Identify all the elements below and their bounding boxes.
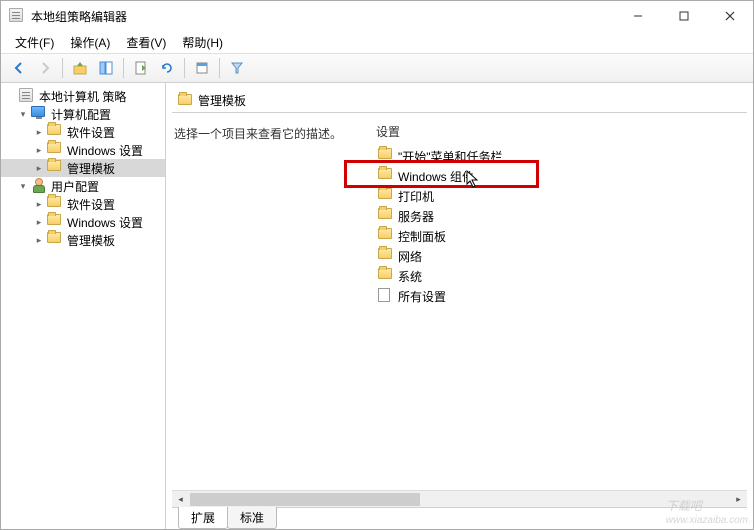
column-header-setting[interactable]: 设置 [372, 121, 747, 146]
filter-button[interactable] [225, 56, 249, 80]
folder-icon [47, 196, 63, 212]
settings-list[interactable]: 设置 "开始"菜单和任务栏 Windows 组件打印机服务器控制面板网络系统所有设… [372, 121, 747, 486]
titlebar: 本地组策略编辑器 [1, 1, 753, 31]
description-text: 选择一个项目来查看它的描述。 [174, 125, 364, 142]
tree-item-user-windows[interactable]: ▸ Windows 设置 [1, 213, 165, 231]
show-hide-tree-button[interactable] [94, 56, 118, 80]
tree-item-software-settings[interactable]: ▸ 软件设置 [1, 123, 165, 141]
tree-label: Windows 设置 [67, 142, 143, 159]
folder-icon [378, 228, 394, 244]
tree-label: 管理模板 [67, 232, 115, 249]
tree-label: Windows 设置 [67, 214, 143, 231]
tree-item-admin-templates[interactable]: ▸ 管理模板 [1, 159, 165, 177]
watermark-sub: www.xiazaiba.com [666, 515, 748, 526]
list-item-label: 系统 [398, 268, 422, 285]
close-button[interactable] [707, 1, 753, 31]
view-tabs: 扩展 标准 [172, 507, 747, 529]
list-item[interactable]: 网络 [372, 246, 747, 266]
chevron-down-icon[interactable]: ▾ [17, 180, 29, 192]
menu-file[interactable]: 文件(F) [7, 32, 62, 53]
tree-item-user-admin[interactable]: ▸ 管理模板 [1, 231, 165, 249]
chevron-right-icon[interactable]: ▸ [33, 216, 45, 228]
horizontal-scrollbar[interactable]: ◂ ▸ [172, 490, 747, 507]
list-item[interactable]: "开始"菜单和任务栏 [372, 146, 747, 166]
properties-button[interactable] [190, 56, 214, 80]
folder-icon [47, 142, 63, 158]
path-label: 管理模板 [198, 92, 246, 109]
list-item-label: 所有设置 [398, 288, 446, 305]
chevron-right-icon[interactable]: ▸ [33, 234, 45, 246]
folder-icon [178, 94, 192, 108]
path-header: 管理模板 [172, 89, 747, 113]
folder-icon [378, 188, 394, 204]
list-item[interactable]: Windows 组件 [372, 166, 747, 186]
list-item[interactable]: 所有设置 [372, 286, 747, 306]
tree-root[interactable]: 本地计算机 策略 [1, 87, 165, 105]
scroll-left-button[interactable]: ◂ [172, 491, 189, 508]
tree-item-user-software[interactable]: ▸ 软件设置 [1, 195, 165, 213]
policy-icon [19, 88, 35, 104]
menu-view[interactable]: 查看(V) [118, 32, 174, 53]
settings-icon [378, 288, 394, 304]
tree-label: 计算机配置 [51, 106, 111, 123]
list-item-label: "开始"菜单和任务栏 [398, 148, 503, 165]
forward-button[interactable] [33, 56, 57, 80]
list-item[interactable]: 服务器 [372, 206, 747, 226]
tree-user-config[interactable]: ▾ 用户配置 [1, 177, 165, 195]
folder-icon [378, 268, 394, 284]
tree-label: 软件设置 [67, 124, 115, 141]
tree-label: 本地计算机 策略 [39, 88, 126, 105]
watermark: 下载吧 www.xiazaiba.com [666, 494, 748, 526]
refresh-button[interactable] [155, 56, 179, 80]
window-title: 本地组策略编辑器 [31, 8, 615, 25]
minimize-button[interactable] [615, 1, 661, 31]
list-item-label: 打印机 [398, 188, 434, 205]
tree-item-windows-settings[interactable]: ▸ Windows 设置 [1, 141, 165, 159]
tab-extended[interactable]: 扩展 [178, 507, 228, 529]
description-pane: 选择一个项目来查看它的描述。 [172, 121, 372, 486]
tree-label: 软件设置 [67, 196, 115, 213]
list-item-label: 网络 [398, 248, 422, 265]
menu-action[interactable]: 操作(A) [62, 32, 118, 53]
scroll-thumb[interactable] [190, 493, 420, 506]
export-button[interactable] [129, 56, 153, 80]
maximize-button[interactable] [661, 1, 707, 31]
folder-icon [47, 124, 63, 140]
list-item-label: 控制面板 [398, 228, 446, 245]
list-item-label: Windows 组件 [398, 168, 474, 185]
list-item[interactable]: 控制面板 [372, 226, 747, 246]
computer-icon [31, 106, 47, 122]
tree-computer-config[interactable]: ▾ 计算机配置 [1, 105, 165, 123]
navigation-tree[interactable]: 本地计算机 策略 ▾ 计算机配置 ▸ 软件设置 ▸ Windows 设置 ▸ 管… [1, 83, 166, 529]
list-item[interactable]: 打印机 [372, 186, 747, 206]
list-item[interactable]: 系统 [372, 266, 747, 286]
chevron-right-icon[interactable]: ▸ [33, 144, 45, 156]
folder-icon [378, 168, 394, 184]
folder-icon [47, 214, 63, 230]
folder-icon [378, 148, 394, 164]
user-icon [31, 178, 47, 194]
chevron-right-icon[interactable]: ▸ [33, 198, 45, 210]
chevron-down-icon[interactable] [5, 90, 17, 102]
menu-help[interactable]: 帮助(H) [174, 32, 231, 53]
tree-label: 管理模板 [67, 160, 115, 177]
folder-icon [378, 208, 394, 224]
chevron-down-icon[interactable]: ▾ [17, 108, 29, 120]
toolbar [1, 53, 753, 83]
tab-standard[interactable]: 标准 [227, 507, 277, 529]
watermark-main: 下载吧 [666, 499, 702, 513]
menubar: 文件(F) 操作(A) 查看(V) 帮助(H) [1, 31, 753, 53]
up-button[interactable] [68, 56, 92, 80]
chevron-right-icon[interactable]: ▸ [33, 126, 45, 138]
folder-icon [47, 160, 63, 176]
tree-label: 用户配置 [51, 178, 99, 195]
chevron-right-icon[interactable]: ▸ [33, 162, 45, 174]
back-button[interactable] [7, 56, 31, 80]
list-item-label: 服务器 [398, 208, 434, 225]
app-icon [9, 8, 25, 24]
folder-icon [378, 248, 394, 264]
folder-icon [47, 232, 63, 248]
